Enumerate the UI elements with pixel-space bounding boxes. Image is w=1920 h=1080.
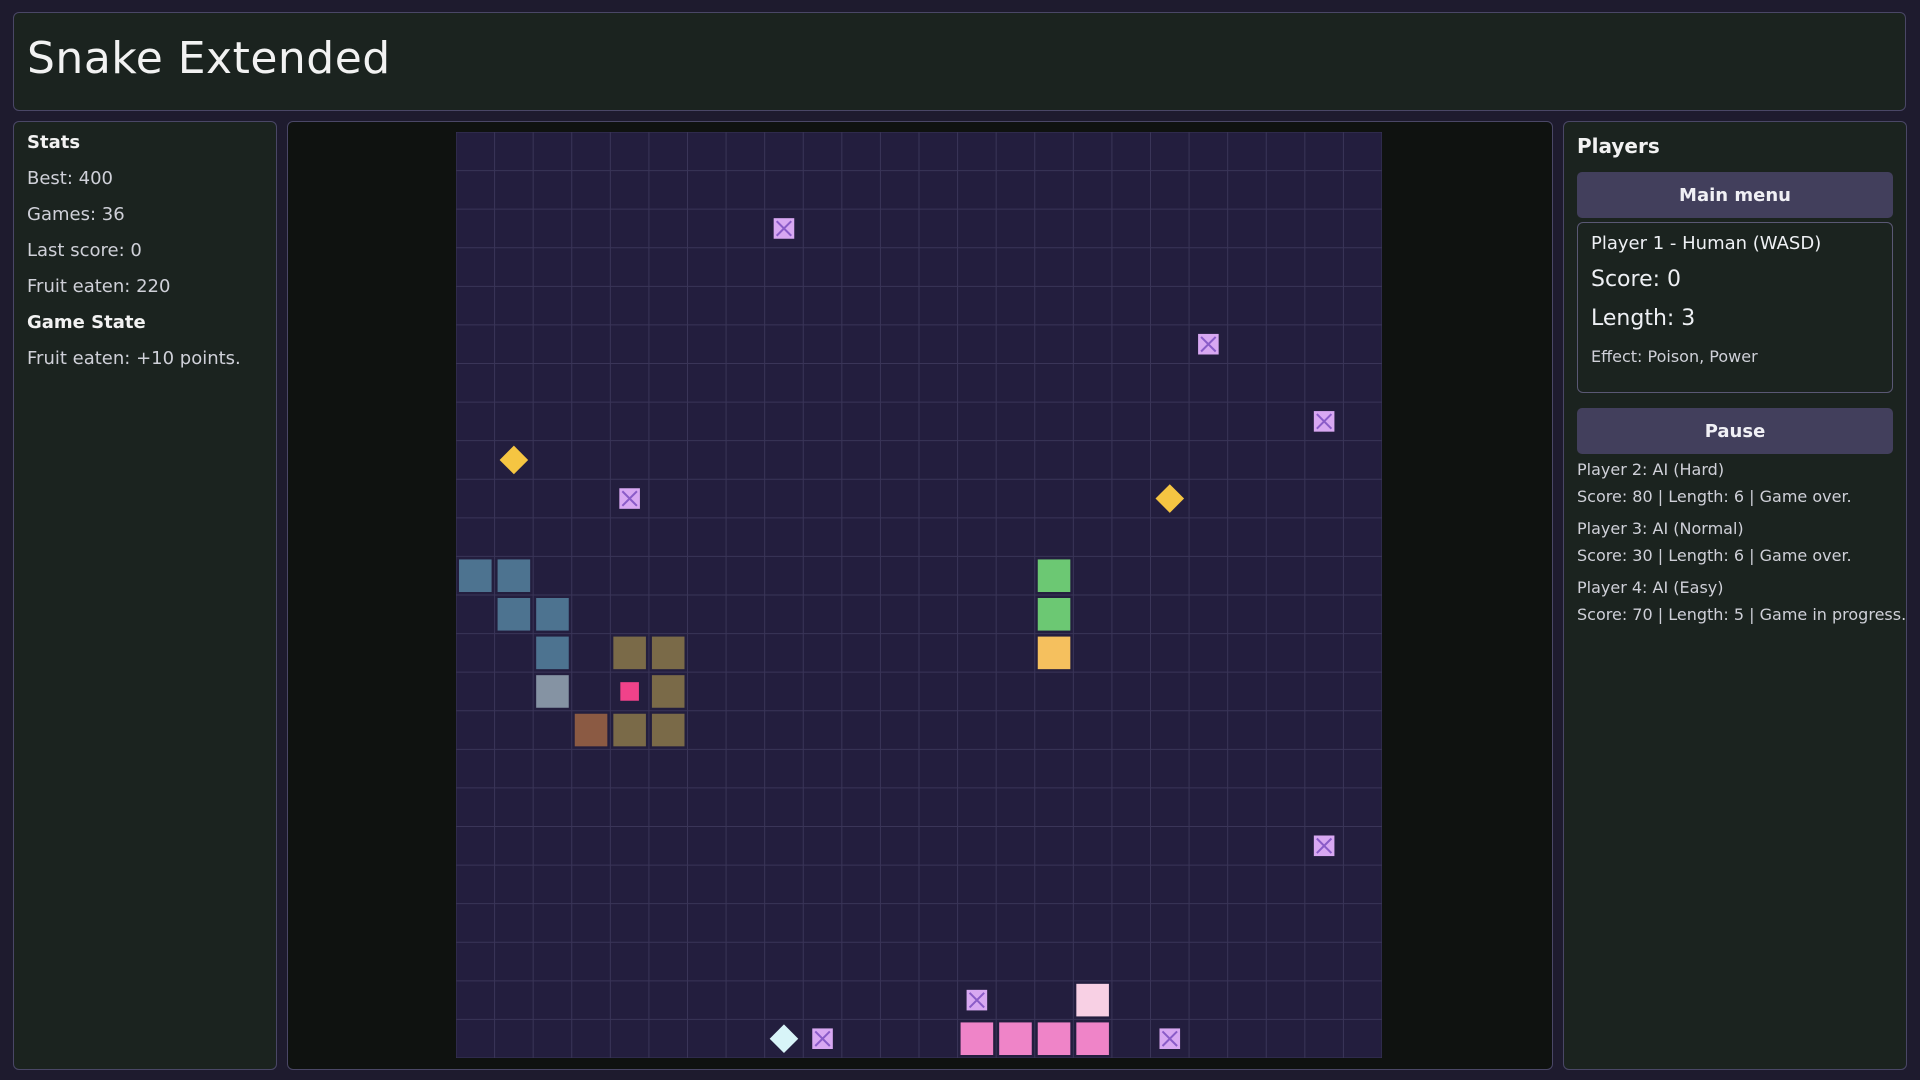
player4-info: Score: 70 | Length: 5 | Game in progress… [1577, 605, 1907, 624]
header-bar: Snake Extended [13, 12, 1906, 111]
player1-card: Player 1 - Human (WASD) Score: 0 Length:… [1577, 222, 1893, 393]
snake-segment-brown [651, 636, 685, 670]
snake-segment-brown [613, 713, 646, 747]
player4-name: Player 4: AI (Easy) [1577, 578, 1724, 597]
player1-name: Player 1 - Human (WASD) [1591, 233, 1822, 254]
player1-score: Score: 0 [1591, 267, 1682, 292]
stat-games: Games: 36 [27, 204, 125, 225]
game-state-message: Fruit eaten: +10 points. [27, 348, 241, 369]
players-heading: Players [1577, 134, 1660, 158]
snake-head-green [1037, 636, 1071, 670]
stats-panel: Stats Best: 400 Games: 36 Last score: 0 … [13, 121, 277, 1070]
snake-segment-brown [613, 636, 646, 670]
snake-head-blue [536, 675, 569, 708]
snake-segment-pink [1037, 1022, 1071, 1055]
snake-segment-blue [536, 636, 569, 670]
stat-last-score: Last score: 0 [27, 240, 142, 261]
player2-info: Score: 80 | Length: 6 | Game over. [1577, 487, 1852, 506]
player1-length: Length: 3 [1591, 306, 1696, 331]
player1-effect: Effect: Poison, Power [1591, 347, 1758, 366]
snake-segment-pink [960, 1022, 994, 1055]
main-menu-button[interactable]: Main menu [1577, 172, 1893, 218]
stats-heading: Stats [27, 132, 81, 153]
snake-segment-brown [651, 675, 685, 708]
app-title: Snake Extended [27, 33, 391, 84]
player3-name: Player 3: AI (Normal) [1577, 519, 1744, 538]
game-board[interactable] [456, 132, 1382, 1058]
game-state-heading: Game State [27, 312, 146, 333]
stat-best: Best: 400 [27, 168, 114, 189]
snake-head-brown [574, 713, 608, 747]
pause-button[interactable]: Pause [1577, 408, 1893, 454]
fruit-item [620, 682, 639, 701]
snake-segment-pink [999, 1022, 1032, 1055]
stat-fruit-eaten: Fruit eaten: 220 [27, 276, 171, 297]
player2-name: Player 2: AI (Hard) [1577, 460, 1725, 479]
snake-segment-blue [497, 559, 531, 592]
snake-head-pink [1076, 983, 1109, 1017]
snake-segment-green [1037, 559, 1071, 592]
snake-segment-blue [536, 598, 569, 631]
snake-segment-green [1037, 598, 1071, 631]
snake-segment-brown [651, 713, 685, 747]
snake-segment-blue [497, 598, 531, 631]
player3-info: Score: 30 | Length: 6 | Game over. [1577, 546, 1852, 565]
players-panel: Players Main menu Player 1 - Human (WASD… [1563, 121, 1907, 1070]
snake-segment-pink [1076, 1022, 1109, 1055]
snake-segment-blue [459, 559, 492, 592]
